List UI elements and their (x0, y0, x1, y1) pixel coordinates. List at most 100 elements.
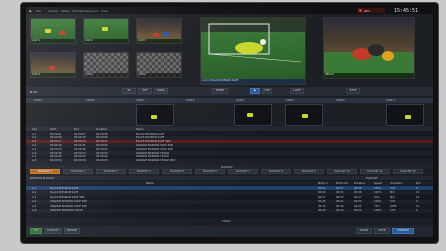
column-header: Name (146, 181, 154, 185)
column-header: Speed (374, 181, 383, 185)
tab-playlist-5[interactable]: PLAYLIST 5 (162, 169, 192, 174)
player-figure (163, 32, 169, 36)
mark-in-button[interactable]: IN (122, 88, 136, 94)
camera-label: CAM C (136, 99, 145, 102)
thumbnail-cam-2[interactable]: CAM 2 (83, 18, 129, 44)
tab-playlist-9[interactable]: PLAYLIST 9 (294, 169, 324, 174)
clip-table: Clip Start End Duration Name A-1 00:00:01… (26, 127, 433, 163)
scratch-playlist-label: SCRATCH PLAYLIST (30, 176, 55, 180)
playlist-cell: 00:09 (318, 191, 326, 194)
playlist-row[interactable]: A-4 ORANGE BOSMAN SAVE 3RD 00:26 00:31 00:05… (26, 199, 433, 204)
menubar: ● File Output Media Workspace Layout Hel… (26, 7, 433, 14)
playlist-cell: 00:38 (336, 204, 344, 208)
camera-label: CAM G (336, 99, 345, 102)
mark-out-button[interactable]: OUT (138, 88, 152, 94)
save-button[interactable]: SAVE (374, 228, 390, 234)
program-label: A-21 A BLACK BOSMAN SAVE (201, 79, 305, 84)
publish-button[interactable]: PUBLISH (392, 228, 414, 234)
thumbnail-label: CAM 5 (84, 73, 128, 77)
tab-playlist-7[interactable]: PLAYLIST 7 (228, 169, 258, 174)
goalkeeper-figure (247, 113, 253, 117)
tab-playlist-11[interactable]: PLAYLIST 11 (360, 169, 390, 174)
tab-playlist-12[interactable]: PLAYLIST 12 (393, 169, 423, 174)
play-button[interactable]: ▶ (250, 88, 260, 94)
clip-thumbnail[interactable] (386, 104, 424, 126)
stop-button[interactable]: STOP (346, 88, 360, 94)
playlist-cell: 00:44 (336, 209, 344, 212)
record-dot-icon (359, 9, 362, 12)
thumbnail-cam-6[interactable]: CAM 6 (136, 52, 182, 78)
playlist-row[interactable]: A-6 ORANGE BOSMAN TICKLE 00:40 00:44 00:04 10… (26, 208, 433, 213)
clear-button[interactable]: CLEAR (356, 228, 372, 234)
menu-file[interactable]: File (36, 9, 41, 13)
tab-playlist-2[interactable]: PLAYLIST 2 (63, 169, 93, 174)
column-header: Clip (32, 127, 37, 131)
program-monitor[interactable]: A-21 A BLACK BOSMAN SAVE (200, 17, 306, 85)
playlist-cell: WIPE (390, 204, 397, 208)
clip-thumbnail[interactable] (285, 104, 323, 126)
table-row[interactable]: A-8 00:00:54 00:00:59 00:00:05 ORANGE BOSMAN… (26, 158, 433, 163)
thumbnail-cam-5[interactable]: CAM 5 (83, 52, 129, 78)
player-figure (153, 33, 159, 37)
tab-playlist-8[interactable]: PLAYLIST 8 (261, 169, 291, 174)
menu-workspace[interactable]: Workspace (72, 9, 88, 13)
mark-button[interactable]: MARK (154, 88, 168, 94)
menu-help[interactable]: Help (101, 9, 108, 13)
column-header: Name (136, 127, 144, 131)
tab-playlist-3[interactable]: PLAYLIST 3 (96, 169, 126, 174)
menu-media[interactable]: Media (61, 9, 70, 13)
table-cell: 00:00:54 (50, 159, 62, 163)
tab-playlist-10[interactable]: PLAYLIST 10 (327, 169, 357, 174)
camera-label: CAM F (286, 99, 295, 102)
clip-thumbnail[interactable] (234, 104, 272, 126)
playlist-cell: 00:33 (318, 204, 326, 208)
speed-button[interactable]: SPEED (212, 88, 228, 94)
file-button[interactable]: FILE (30, 228, 42, 234)
camera-label: CAM E (236, 99, 245, 102)
column-header: Duration (354, 181, 366, 185)
playlist-clip-id: A-5 (32, 204, 37, 208)
playlist-cell: 0 (416, 186, 418, 190)
playlist-row[interactable]: A-5 ORANGE BOSMAN SAVE 3RD 00:33 00:38 00:05… (26, 204, 433, 208)
playlist-clip-id: A-2 (32, 191, 37, 194)
program-scene (201, 18, 305, 63)
playlist-cell: 10 (416, 195, 420, 199)
player-figure (59, 31, 65, 35)
thumbnail-cam-3[interactable]: CAM 3 (136, 18, 182, 44)
clip-thumbnail[interactable] (136, 104, 174, 126)
playlist-row[interactable]: A-3 BLACK BOSMAN SAVE 3RD 00:17 00:24 00:07 5… (26, 195, 433, 199)
camera-label: CAM B (86, 99, 95, 102)
camera-label-row: CAM A CAM B CAM C CAM D CAM E CAM F CAM … (26, 98, 433, 103)
tab-playlist-4[interactable]: PLAYLIST 4 (129, 169, 159, 174)
menu-output[interactable]: Output (48, 9, 58, 13)
column-header: End (74, 127, 79, 131)
column-header: Duration (96, 127, 108, 131)
playlist-cell: 00:07 (336, 186, 344, 190)
menu-layout[interactable]: Layout (88, 9, 98, 13)
playlist-cell: 00:05 (354, 200, 362, 203)
column-header: Mark In (318, 181, 328, 185)
preview-monitor[interactable]: REPLAY (323, 17, 415, 79)
playlist-cell: 00:26 (318, 200, 326, 203)
loop-button[interactable]: LOOP (290, 88, 304, 94)
tab-playlist-6[interactable]: PLAYLIST 6 (195, 169, 225, 174)
column-header: Mark Out (336, 181, 348, 185)
tools-bar: TOOLS (26, 219, 433, 225)
thumbnail-cam-1[interactable]: CAM 1 (30, 18, 76, 44)
record-indicator[interactable]: REC (357, 8, 385, 13)
playlist-button[interactable]: PLAYLIST (44, 228, 62, 234)
playlist-cell: 100% (374, 200, 382, 203)
playlist-row[interactable]: A-1 BLACK BOSMAN SAVE 00:01 00:07 00:06 100% C… (26, 186, 433, 190)
playlist-cell: 00:06 (354, 191, 362, 194)
table-cell: 00:00:59 (74, 159, 86, 163)
playlist-cell: 75% (374, 204, 380, 208)
cue-button[interactable]: CUE (262, 88, 272, 94)
playlist-tabs: PLAYLIST 1 PLAYLIST 2 PLAYLIST 3 PLAYLIST 4… (26, 169, 433, 175)
thumbnail-cam-4[interactable]: CAM 4 (30, 52, 76, 78)
thumbnail-label: CAM 3 (137, 39, 181, 43)
tab-playlist-1[interactable]: PLAYLIST 1 (30, 169, 60, 174)
export-button[interactable]: EXPORT (64, 228, 80, 234)
playlist-cell: CUT (390, 186, 396, 190)
playlist-row[interactable]: A-2 BLACK BOSMAN SAVE 00:09 00:15 00:06 100% M… (26, 190, 433, 195)
playlist-header-label: PLAYLIST (366, 176, 378, 180)
